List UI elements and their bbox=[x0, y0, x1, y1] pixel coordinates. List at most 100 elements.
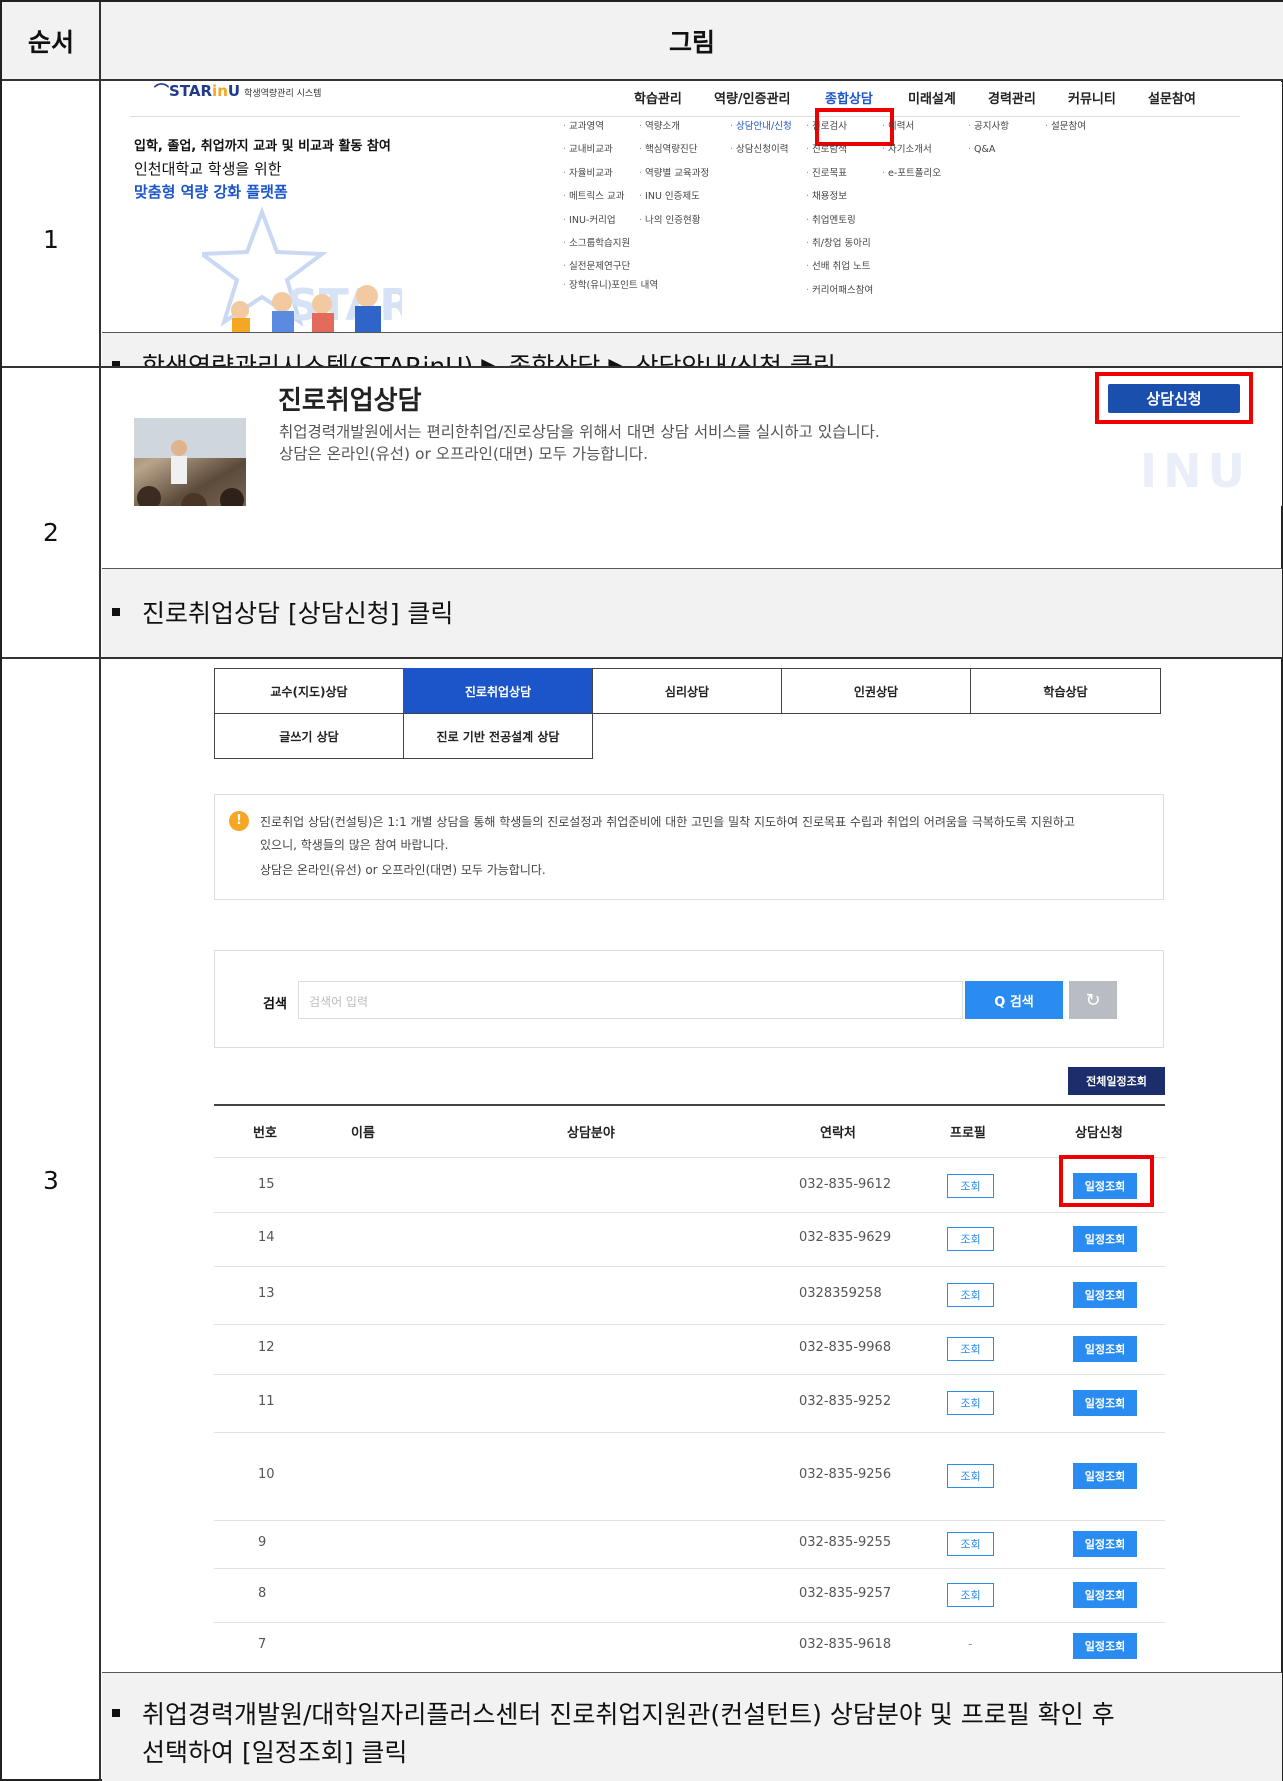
menu-item[interactable]: 역량소개 bbox=[639, 115, 709, 138]
row-divider bbox=[214, 1157, 1165, 1158]
row-divider bbox=[214, 1432, 1165, 1433]
schedule-view-button[interactable]: 일정조회 bbox=[1073, 1336, 1137, 1362]
menu-item[interactable]: 자기소개서 bbox=[882, 138, 941, 161]
menu-item[interactable]: 실전문제연구단 bbox=[563, 255, 658, 278]
col-number: 번호 bbox=[253, 1126, 277, 1141]
tab-major-design[interactable]: 진로 기반 전공설계 상담 bbox=[403, 713, 593, 759]
menu-item[interactable]: 커리어패스참여 bbox=[806, 279, 873, 302]
profile-view-button[interactable]: 조회 bbox=[947, 1283, 994, 1307]
step-number-1: 1 bbox=[43, 225, 59, 254]
schedule-view-button[interactable]: 일정조회 bbox=[1073, 1633, 1137, 1659]
bullet-icon bbox=[112, 1709, 120, 1717]
grid-line bbox=[2, 79, 1283, 81]
search-button[interactable]: Q 검색 bbox=[965, 981, 1063, 1019]
profile-view-button[interactable]: 조회 bbox=[947, 1532, 994, 1556]
row-divider bbox=[214, 1324, 1165, 1325]
row-divider bbox=[214, 1374, 1165, 1375]
nav-competency[interactable]: 역량/인증관리 bbox=[714, 88, 791, 107]
menu-item[interactable]: 이력서 bbox=[882, 115, 941, 138]
menu-item-counsel-apply[interactable]: 상담안내/신청 bbox=[730, 115, 792, 138]
menu-item[interactable]: INU 인증제도 bbox=[639, 185, 709, 208]
menu-item[interactable]: 취업멘토링 bbox=[806, 209, 873, 232]
profile-view-button[interactable]: 조회 bbox=[947, 1391, 994, 1415]
menu-item[interactable]: Q&A bbox=[968, 138, 1009, 161]
all-schedule-button[interactable]: 전체일정조회 bbox=[1068, 1067, 1165, 1095]
nav-survey[interactable]: 설문참여 bbox=[1148, 88, 1196, 107]
tab-human-rights[interactable]: 인권상담 bbox=[781, 668, 971, 714]
schedule-view-button[interactable]: 일정조회 bbox=[1073, 1390, 1137, 1416]
nav-community[interactable]: 커뮤니티 bbox=[1068, 88, 1116, 107]
submenu-survey: 설문참여 bbox=[1045, 115, 1086, 138]
schedule-view-button[interactable]: 일정조회 bbox=[1073, 1463, 1137, 1489]
schedule-view-button[interactable]: 일정조회 bbox=[1073, 1582, 1137, 1608]
reset-icon[interactable]: ↻ bbox=[1069, 981, 1117, 1019]
row-phone: 032-835-9968 bbox=[799, 1340, 892, 1355]
highlight-box bbox=[1095, 372, 1253, 424]
tab-study[interactable]: 학습상담 bbox=[970, 668, 1161, 714]
menu-item[interactable]: 진로검사 bbox=[806, 115, 873, 138]
row-number: 7 bbox=[258, 1637, 267, 1652]
row-number: 9 bbox=[258, 1535, 267, 1550]
notice-box: ! 진로취업 상담(컨설팅)은 1:1 개별 상담을 통해 학생들의 진로설정과… bbox=[214, 794, 1164, 900]
grid-line bbox=[2, 657, 1283, 659]
step3-description-line2: 선택하여 [일정조회] 클릭 bbox=[142, 1738, 408, 1767]
tab-career-job[interactable]: 진로취업상담 bbox=[403, 668, 593, 714]
nav-future[interactable]: 미래설계 bbox=[908, 88, 956, 107]
mascot-illustration: STARinU bbox=[202, 206, 402, 332]
row-number: 14 bbox=[258, 1230, 275, 1245]
row-divider bbox=[214, 1568, 1165, 1569]
search-input[interactable]: 검색어 입력 bbox=[298, 981, 963, 1019]
menu-item[interactable]: e-포트폴리오 bbox=[882, 162, 941, 185]
menu-item[interactable]: 선배 취업 노트 bbox=[806, 255, 873, 278]
grid-line bbox=[99, 2, 101, 1781]
row-number: 13 bbox=[258, 1286, 275, 1301]
profile-view-button[interactable]: 조회 bbox=[947, 1337, 994, 1361]
row-divider bbox=[214, 1212, 1165, 1213]
row-phone: 032-835-9629 bbox=[799, 1230, 892, 1245]
s2-info-line-2: 상담은 온라인(유선) or 오프라인(대면) 모두 가능합니다. bbox=[279, 445, 649, 463]
tab-professor[interactable]: 교수(지도)상담 bbox=[214, 668, 404, 714]
menu-item[interactable]: 역량별 교육과정 bbox=[639, 162, 709, 185]
logo-swoosh-icon: ⌒ bbox=[154, 82, 170, 100]
tab-psychology[interactable]: 심리상담 bbox=[592, 668, 782, 714]
menu-item[interactable]: 공지사항 bbox=[968, 115, 1009, 138]
header-order: 순서 bbox=[27, 28, 74, 57]
menu-item[interactable]: 진로목표 bbox=[806, 162, 873, 185]
menu-item[interactable]: 소그룹학습지원 bbox=[563, 232, 658, 255]
tab-writing[interactable]: 글쓰기 상담 bbox=[214, 713, 404, 759]
notice-line-1: 진로취업 상담(컨설팅)은 1:1 개별 상담을 통해 학생들의 진로설정과 취… bbox=[260, 815, 1075, 829]
menu-item[interactable]: 채용정보 bbox=[806, 185, 873, 208]
profile-view-button[interactable]: 조회 bbox=[947, 1464, 994, 1488]
menu-item[interactable]: 취/창업 동아리 bbox=[806, 232, 873, 255]
nav-career[interactable]: 경력관리 bbox=[988, 88, 1036, 107]
step-number-2: 2 bbox=[43, 518, 59, 547]
row-number: 11 bbox=[258, 1394, 275, 1409]
notice-line-3: 상담은 온라인(유선) or 오프라인(대면) 모두 가능합니다. bbox=[260, 863, 546, 877]
schedule-view-button[interactable]: 일정조회 bbox=[1073, 1226, 1137, 1252]
submenu-future: 진로검사 진로탐색 진로목표 채용정보 취업멘토링 취/창업 동아리 선배 취업… bbox=[806, 115, 873, 302]
row-phone: 032-835-9252 bbox=[799, 1394, 892, 1409]
menu-item[interactable]: 핵심역량진단 bbox=[639, 138, 709, 161]
starinu-logo[interactable]: ⌒STARinU 학생역량관리 시스템 bbox=[154, 82, 321, 101]
menu-item[interactable]: 설문참여 bbox=[1045, 115, 1086, 138]
nav-learning[interactable]: 학습관리 bbox=[634, 88, 682, 107]
table-header-line bbox=[214, 1104, 1165, 1106]
lecture-photo bbox=[134, 418, 246, 506]
step3-description: 취업경력개발원/대학일자리플러스센터 진로취업지원관(컨설턴트) 상담분야 및 … bbox=[112, 1696, 1272, 1772]
menu-item[interactable]: 나의 인증현황 bbox=[639, 209, 709, 232]
menu-item[interactable]: 장학(유니)포인트 내역 bbox=[563, 279, 658, 292]
nav-counseling[interactable]: 종합상담 bbox=[825, 88, 873, 107]
profile-view-button[interactable]: 조회 bbox=[947, 1227, 994, 1251]
profile-view-button[interactable]: 조회 bbox=[947, 1583, 994, 1607]
inu-watermark: INU bbox=[1140, 444, 1251, 498]
profile-view-button[interactable]: 조회 bbox=[947, 1174, 994, 1198]
menu-item[interactable]: 상담신청이력 bbox=[730, 138, 792, 161]
menu-item[interactable]: 진로탐색 bbox=[806, 138, 873, 161]
schedule-view-button[interactable]: 일정조회 bbox=[1073, 1531, 1137, 1557]
tagline-1: 입학, 졸업, 취업까지 교과 및 비교과 활동 참여 bbox=[134, 139, 391, 154]
submenu-counseling: 상담안내/신청 상담신청이력 bbox=[730, 115, 792, 162]
grid-line bbox=[102, 568, 1282, 569]
row-divider bbox=[214, 1520, 1165, 1521]
instruction-document: 순서 그림 ⌒STARinU 학생역량관리 시스템 학습관리 역량/인증관리 종합… bbox=[0, 0, 1283, 1781]
schedule-view-button[interactable]: 일정조회 bbox=[1073, 1282, 1137, 1308]
